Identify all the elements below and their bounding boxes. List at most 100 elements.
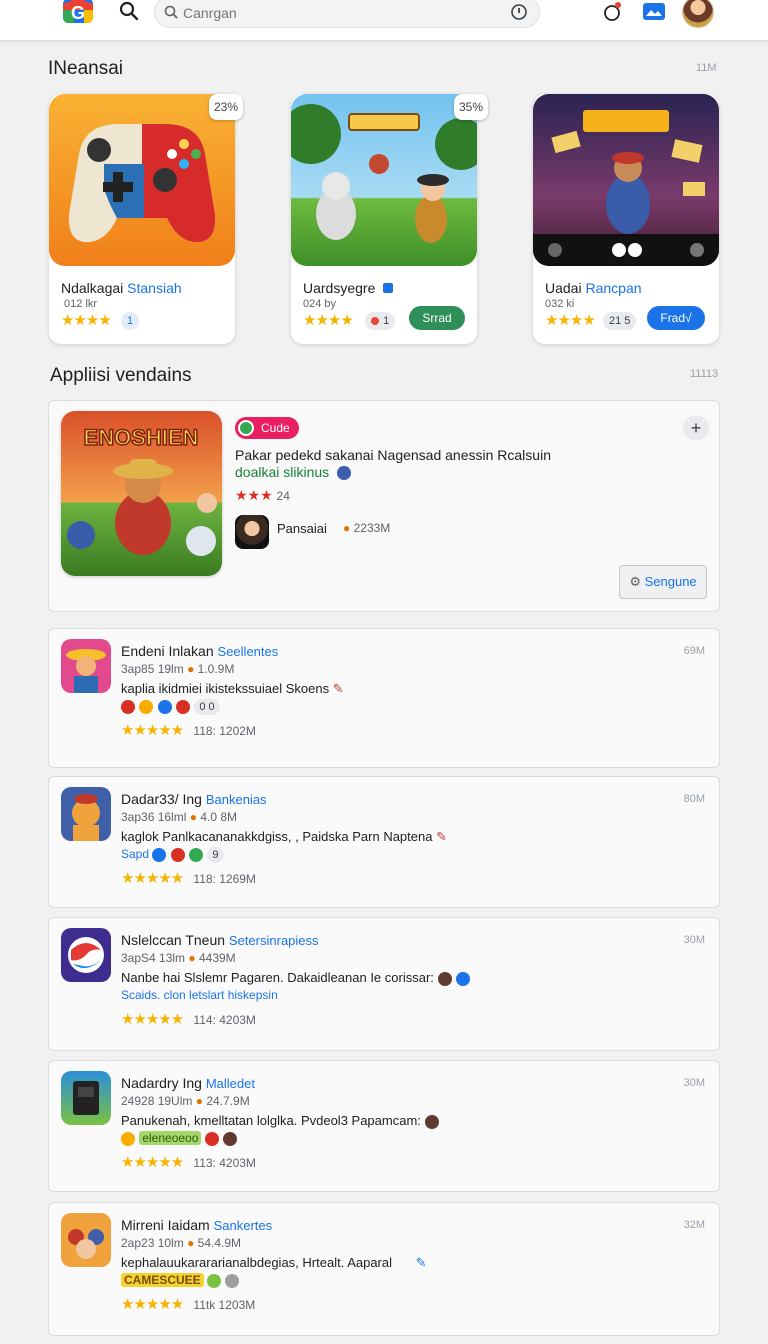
app-icon	[61, 928, 111, 982]
list-item[interactable]: Nslelccan Tneun Setersinrapiess 3apS4 13…	[48, 917, 720, 1051]
tag-label: eleneoeoo	[139, 1131, 202, 1145]
promo-size: ● 2233M	[343, 521, 390, 535]
promo-subtitle-text: doalkai slikinus	[235, 464, 330, 480]
tag-green-icon	[207, 1273, 222, 1288]
app-description-text: Panukenah, kmelltatan lolglka. Pvdeol3 P…	[121, 1113, 421, 1128]
rating-chip-text: 1	[383, 315, 390, 327]
app-title[interactable]: Endeni Inlakan Seellentes	[121, 643, 278, 659]
app-title[interactable]: Dadar33/ Ing Bankenias	[121, 791, 267, 807]
app-meta-b: 4.0 8M	[200, 810, 238, 824]
app-meta: 2ap23 10lm ● 54.4.9M	[121, 1236, 241, 1250]
code-tag-label: Cude	[261, 421, 290, 435]
install-button[interactable]: Frad√	[647, 306, 705, 330]
promo-action-label: Sengune	[644, 574, 697, 589]
app-meta-a: 3ap36 16lml	[121, 810, 187, 824]
featured-card[interactable]: 35% Uardsyegre 024 by ★★★★ 1 Srrad	[291, 94, 488, 344]
rating-stars: ★★★★★	[121, 722, 184, 739]
app-title-text: Nslelccan Tneun	[121, 932, 226, 948]
cowboy-icon	[61, 639, 111, 693]
rating-chip: 1	[121, 312, 140, 330]
search-input[interactable]	[181, 1, 485, 25]
user-avatar[interactable]	[682, 0, 714, 28]
app-title[interactable]: Mirreni Iaidam Sankertes	[121, 1217, 272, 1233]
search-bar[interactable]	[154, 0, 540, 28]
app-title-text: Endeni Inlakan	[121, 643, 214, 659]
app-rating: ★★★★★ 11tk 1203M	[121, 1295, 255, 1313]
discount-badge: 35%	[454, 94, 488, 120]
brush-icon: ✎	[415, 1255, 427, 1270]
app-category[interactable]: Seellentes	[218, 644, 279, 659]
voice-search-icon[interactable]	[509, 2, 529, 22]
developer-avatar[interactable]	[235, 515, 269, 549]
featured-title-text: Ndalkagai	[61, 280, 124, 296]
list-item[interactable]: Mirreni Iaidam Sankertes 2ap23 10lm ● 54…	[48, 1202, 720, 1336]
app-title[interactable]: Nslelccan Tneun Setersinrapiess	[121, 932, 319, 948]
app-description-text: kephalauukarararianalbdegias, Hrtealt. A…	[121, 1255, 393, 1270]
app-meta: 24928 19Ulm ● 24.7.9M	[121, 1094, 250, 1108]
list-item[interactable]: Nadardry Ing Malledet 24928 19Ulm ● 24.7…	[48, 1060, 720, 1192]
app-rating: ★★★★★ 113: 4203M	[121, 1153, 256, 1171]
install-button[interactable]: Srrad	[409, 306, 465, 330]
promo-description: Pakar pedekd sakanai Nagensad anessin Rc…	[235, 447, 551, 463]
tag-yellow-icon	[139, 700, 154, 714]
app-category[interactable]: Setersinrapiess	[229, 933, 319, 948]
media-icon[interactable]	[642, 0, 666, 24]
app-category[interactable]: Malledet	[206, 1076, 255, 1091]
app-size: 30M	[683, 1077, 705, 1089]
search-icon[interactable]	[118, 0, 140, 22]
add-button[interactable]: +	[683, 415, 709, 441]
featured-card[interactable]: 23% Ndalkagai Stansiah 012 lkr ★★★★ 1	[49, 94, 243, 344]
gear-icon: ⚙	[629, 574, 641, 589]
group-icon	[61, 1213, 111, 1267]
promo-rating-count: 24	[276, 489, 290, 503]
app-meta-b: 24.7.9M	[206, 1094, 250, 1108]
app-logo-icon[interactable]: G	[62, 0, 94, 24]
game-art-icon	[533, 94, 719, 266]
app-size: 69M	[683, 645, 705, 657]
plus-icon: +	[690, 418, 702, 438]
promo-card[interactable]: ENOSHIEN Cude + Pakar pedekd sakanai Nag…	[48, 400, 720, 612]
developer-name[interactable]: Pansaiai	[277, 521, 327, 536]
code-tag[interactable]: Cude	[235, 417, 299, 439]
rating-chip: 1	[365, 312, 396, 330]
app-tags: 0 0	[121, 699, 220, 715]
featured-title-accent[interactable]: Stansiah	[127, 280, 181, 296]
app-description-text: Nanbe hai Slslemr Pagaren. Dakaidleanan …	[121, 970, 434, 985]
rating-text: 113: 4203M	[193, 1156, 256, 1170]
app-description: kephalauukarararianalbdegias, Hrtealt. A…	[121, 1255, 427, 1271]
svg-text:G: G	[71, 3, 85, 23]
app-meta: 3apS4 13lm ● 4439M	[121, 951, 236, 965]
promo-rating: ★★★ 24	[235, 487, 290, 504]
promo-stars: ★★★	[235, 487, 273, 503]
tag-text: Sapd	[121, 847, 150, 862]
list-item[interactable]: Endeni Inlakan Seellentes 3ap85 19lm ● 1…	[48, 628, 720, 768]
app-rating: ★★★★★ 118: 1269M	[121, 869, 256, 887]
face-icon	[424, 1114, 439, 1129]
app-category[interactable]: Bankenias	[206, 792, 267, 807]
app-icon	[61, 639, 111, 693]
tag-chip: 0 0	[194, 699, 220, 715]
chip-dot-icon	[371, 317, 379, 326]
featured-card[interactable]: Uadai Rancpan 032 ki ★★★★ 21 5 Frad√	[533, 94, 719, 344]
rating-text: 118: 1202M	[193, 724, 256, 738]
featured-title-accent[interactable]: Rancpan	[585, 280, 641, 296]
tag-red-icon	[121, 700, 135, 714]
tag-red2-icon	[176, 700, 191, 714]
tag-blue-icon	[152, 848, 167, 862]
list-item[interactable]: Dadar33/ Ing Bankenias 3ap36 16lml ● 4.0…	[48, 776, 720, 908]
pencil-icon: ✎	[436, 829, 447, 844]
promo-action-button[interactable]: ⚙ Sengune	[619, 565, 707, 599]
app-description: kaplia ikidmiei ikistekssuiael Skoens ✎	[121, 681, 344, 697]
app-meta-a: 3apS4 13lm	[121, 951, 186, 965]
featured-subtitle: 012 lkr	[61, 298, 98, 310]
rating-stars: ★★★★★	[121, 1296, 184, 1313]
app-category[interactable]: Sankertes	[214, 1218, 273, 1233]
app-title[interactable]: Nadardry Ing Malledet	[121, 1075, 255, 1091]
app-tags[interactable]: Scaids. clon letslart hiskepsin	[121, 988, 278, 1002]
notifications-icon[interactable]	[600, 0, 624, 24]
star-rating: ★★★★	[303, 312, 354, 329]
star-rating: ★★★★	[61, 312, 112, 329]
section-title-featured: INeansai	[48, 58, 123, 79]
app-title-text: Nadardry Ing	[121, 1075, 202, 1091]
meta-emoji-icon: ●	[188, 951, 196, 965]
